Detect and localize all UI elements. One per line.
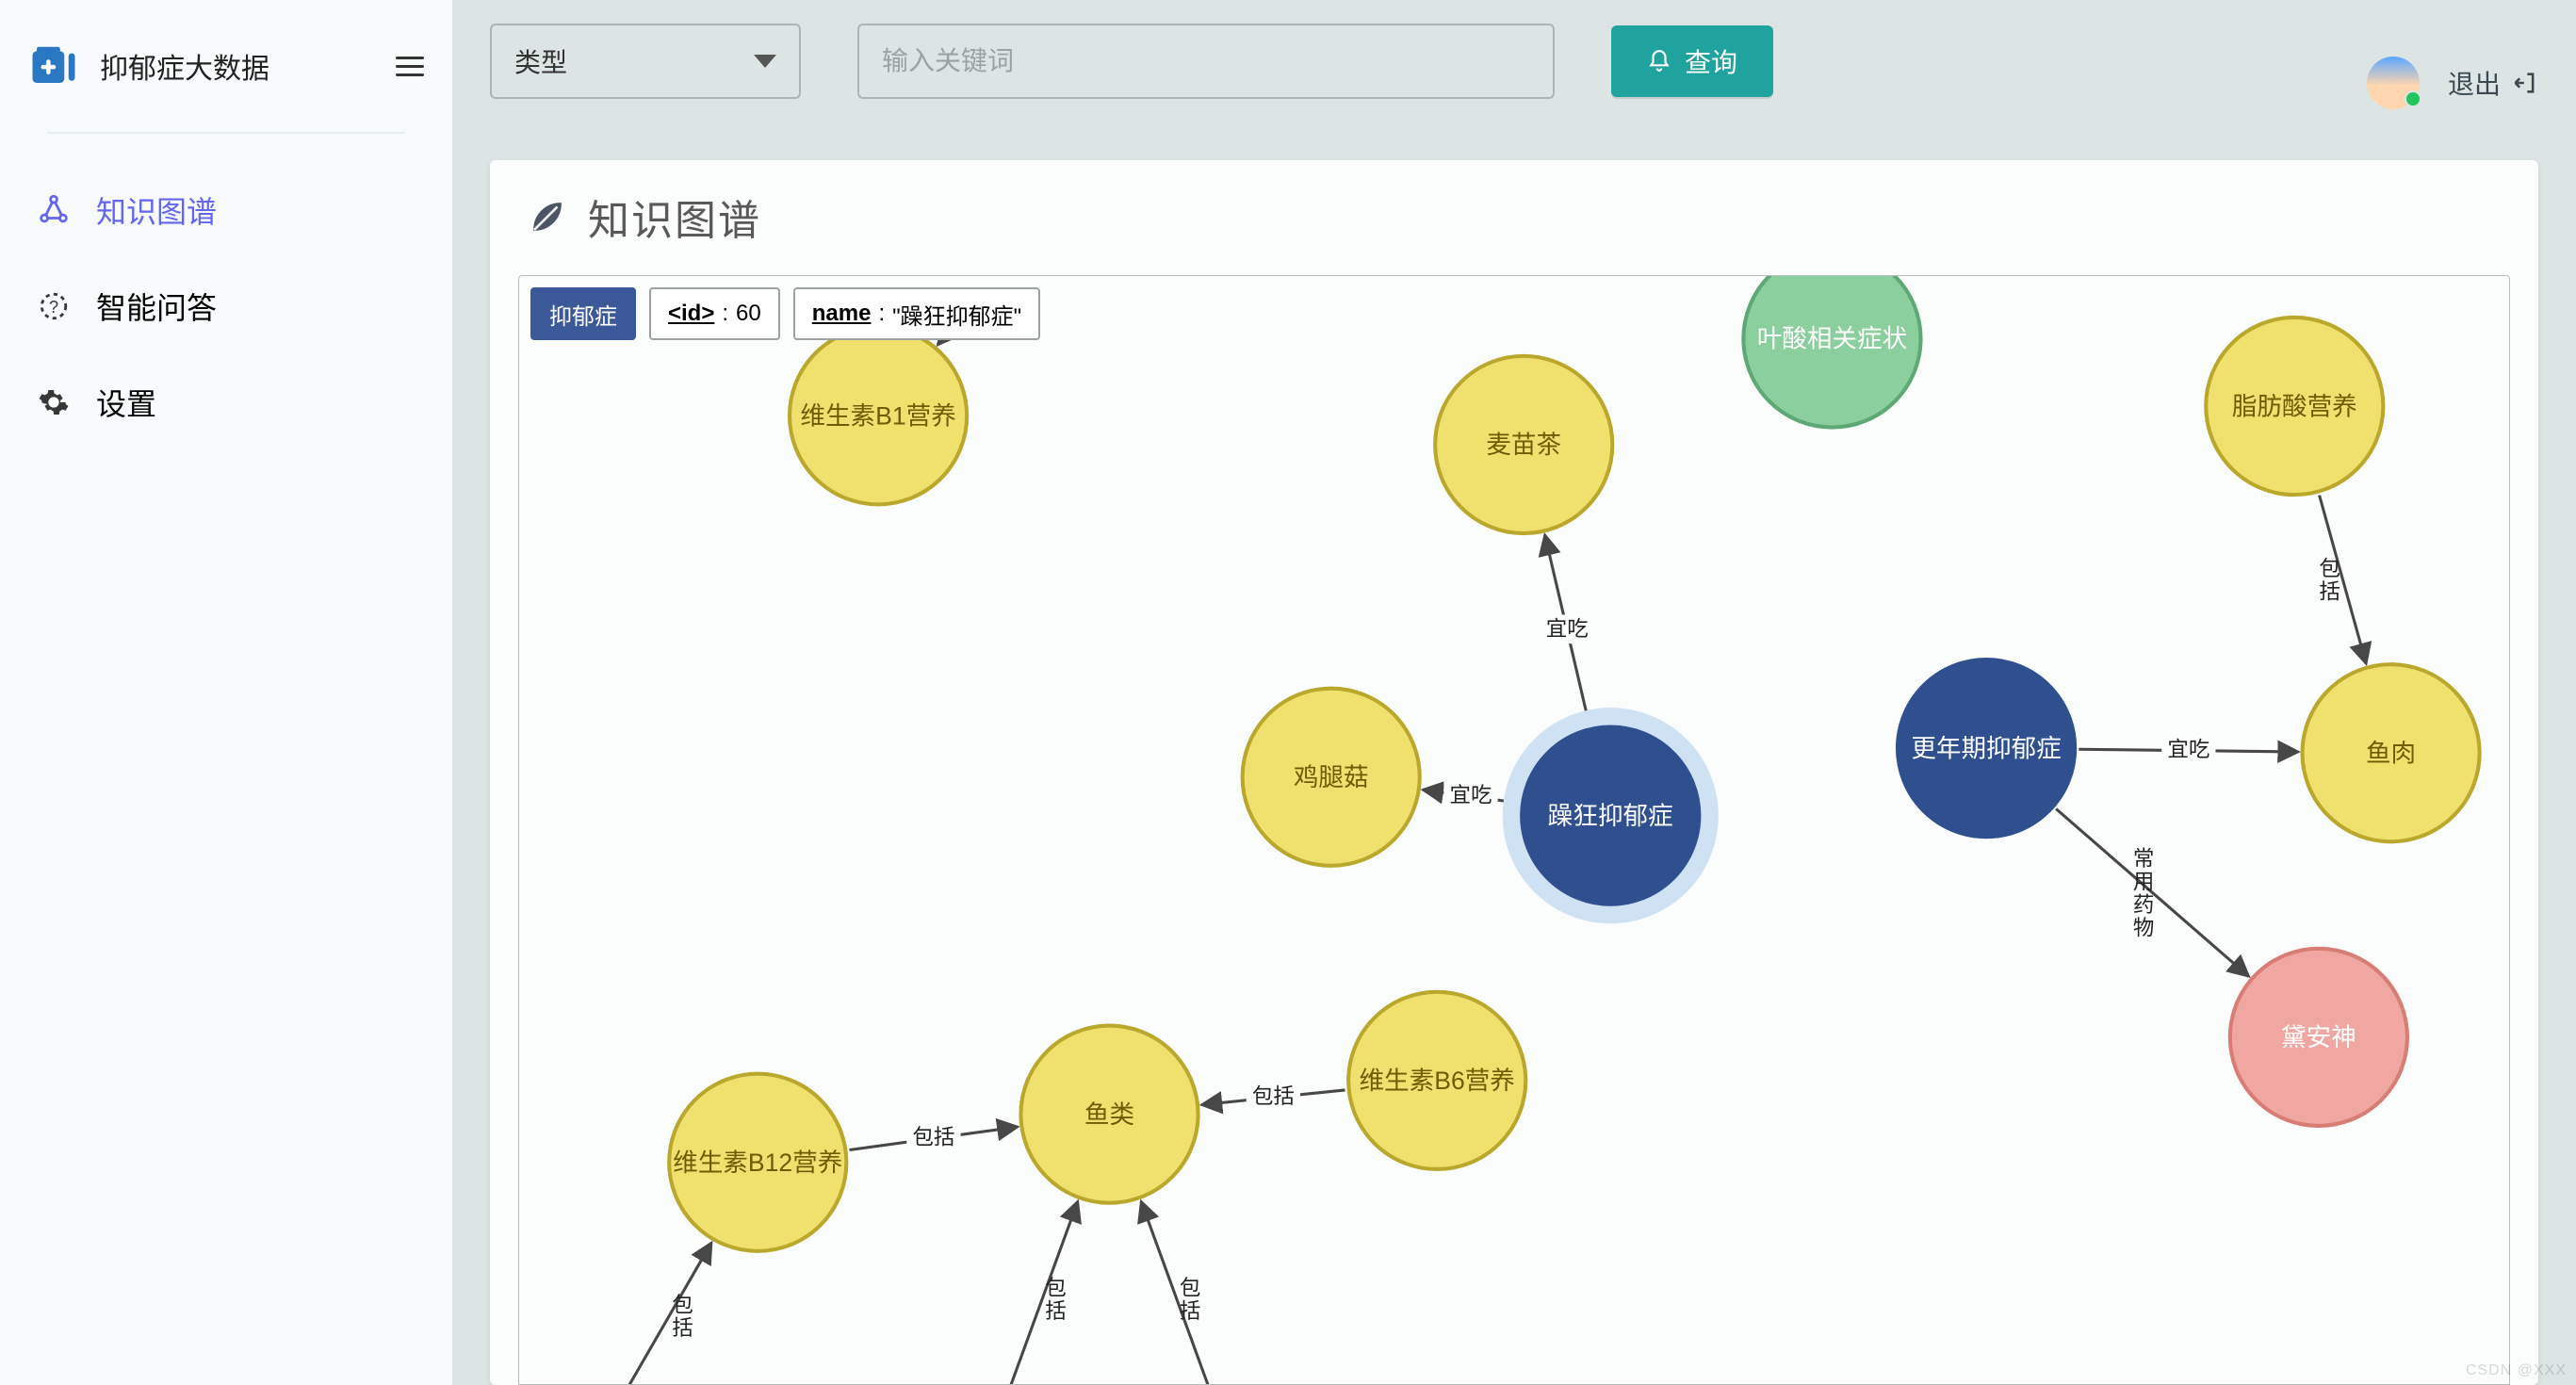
brand-title: 抑郁症大数据 xyxy=(100,45,375,87)
bell-icon xyxy=(1647,49,1671,73)
svg-text:更年期抑郁症: 更年期抑郁症 xyxy=(1911,734,2061,762)
tooltip-id: <id>: 60 xyxy=(649,287,780,340)
tooltip-tag: 抑郁症 xyxy=(530,287,636,340)
svg-text:物: 物 xyxy=(2133,916,2154,939)
svg-text:常: 常 xyxy=(2133,847,2154,871)
sidebar-item-label: 设置 xyxy=(96,381,156,424)
svg-text:宜吃: 宜吃 xyxy=(2167,738,2209,761)
chevron-down-icon xyxy=(754,55,776,68)
keyword-input-wrap[interactable] xyxy=(857,24,1555,99)
graph-icon xyxy=(38,194,70,226)
logo-icon xyxy=(28,41,79,91)
svg-text:黛安神: 黛安神 xyxy=(2281,1023,2356,1051)
svg-text:?: ? xyxy=(49,297,58,317)
sidebar-item-knowledge-graph[interactable]: 知识图谱 xyxy=(28,162,424,258)
svg-text:包: 包 xyxy=(672,1294,693,1317)
svg-text:包: 包 xyxy=(1180,1277,1200,1300)
svg-text:括: 括 xyxy=(1045,1299,1066,1323)
tooltip-name: name: "躁狂抑郁症" xyxy=(793,287,1040,340)
node-tooltip: 抑郁症 <id>: 60 name: "躁狂抑郁症" xyxy=(530,287,1040,340)
svg-text:维生素B1营养: 维生素B1营养 xyxy=(800,401,955,430)
sidebar-item-label: 智能问答 xyxy=(96,285,217,328)
svg-text:包: 包 xyxy=(2319,557,2340,580)
knowledge-graph-svg[interactable]: 宜吃宜吃宜吃常用药物包括包括包括包括包括包括维生素B1营养麦苗茶叶酸相关症状脂肪… xyxy=(519,276,2509,1384)
main: 类型 查询 退出 xyxy=(452,0,2576,1385)
svg-text:麦苗茶: 麦苗茶 xyxy=(1486,431,1561,459)
leaf-icon xyxy=(528,197,567,236)
svg-text:用: 用 xyxy=(2133,870,2154,893)
svg-text:宜吃: 宜吃 xyxy=(1449,783,1492,807)
watermark: CSDN @XXX xyxy=(2466,1362,2567,1379)
hamburger-icon[interactable] xyxy=(396,57,424,76)
graph-area[interactable]: 抑郁症 <id>: 60 name: "躁狂抑郁症" 宜吃宜吃宜吃常用药物包括包… xyxy=(518,275,2510,1385)
query-button-label: 查询 xyxy=(1685,42,1737,80)
card-head: 知识图谱 xyxy=(490,160,2538,256)
svg-text:宜吃: 宜吃 xyxy=(1546,617,1589,641)
avatar[interactable] xyxy=(2367,57,2420,109)
user-block: 退出 xyxy=(2367,57,2538,109)
type-select[interactable]: 类型 xyxy=(490,24,801,99)
svg-text:叶酸相关症状: 叶酸相关症状 xyxy=(1757,325,1907,353)
card-title: 知识图谱 xyxy=(588,187,761,247)
type-select-label: 类型 xyxy=(514,42,754,80)
divider xyxy=(47,132,405,134)
logout-label: 退出 xyxy=(2448,64,2501,102)
svg-text:鸡腿菇: 鸡腿菇 xyxy=(1294,763,1369,791)
svg-text:药: 药 xyxy=(2133,893,2154,917)
svg-text:包: 包 xyxy=(1045,1277,1066,1300)
logout-icon xyxy=(2512,70,2538,96)
sidebar-item-settings[interactable]: 设置 xyxy=(28,354,424,450)
topbar: 类型 查询 xyxy=(452,0,2576,104)
svg-text:括: 括 xyxy=(1180,1299,1200,1323)
query-button[interactable]: 查询 xyxy=(1611,25,1773,97)
svg-text:括: 括 xyxy=(672,1316,693,1340)
keyword-input[interactable] xyxy=(882,46,1530,76)
help-icon: ? xyxy=(38,290,70,322)
svg-text:维生素B12营养: 维生素B12营养 xyxy=(673,1149,842,1177)
sidebar-item-label: 知识图谱 xyxy=(96,188,217,232)
brand-row: 抑郁症大数据 xyxy=(28,0,424,132)
logout-button[interactable]: 退出 xyxy=(2448,64,2538,102)
sidebar: 抑郁症大数据 知识图谱 ? 智能问答 设置 xyxy=(0,0,452,1385)
svg-text:维生素B6营养: 维生素B6营养 xyxy=(1359,1067,1514,1095)
svg-text:括: 括 xyxy=(2319,580,2340,604)
gear-icon xyxy=(38,386,70,418)
sidebar-item-qa[interactable]: ? 智能问答 xyxy=(28,258,424,354)
svg-text:包括: 包括 xyxy=(912,1125,954,1149)
svg-text:鱼类: 鱼类 xyxy=(1084,1100,1134,1129)
card: 知识图谱 抑郁症 <id>: 60 name: "躁狂抑郁症" 宜吃宜吃宜吃常用… xyxy=(490,160,2538,1385)
svg-text:包括: 包括 xyxy=(1252,1084,1295,1108)
svg-text:脂肪酸营养: 脂肪酸营养 xyxy=(2232,392,2357,420)
svg-text:躁狂抑郁症: 躁狂抑郁症 xyxy=(1548,802,1673,830)
svg-text:鱼肉: 鱼肉 xyxy=(2366,739,2416,767)
